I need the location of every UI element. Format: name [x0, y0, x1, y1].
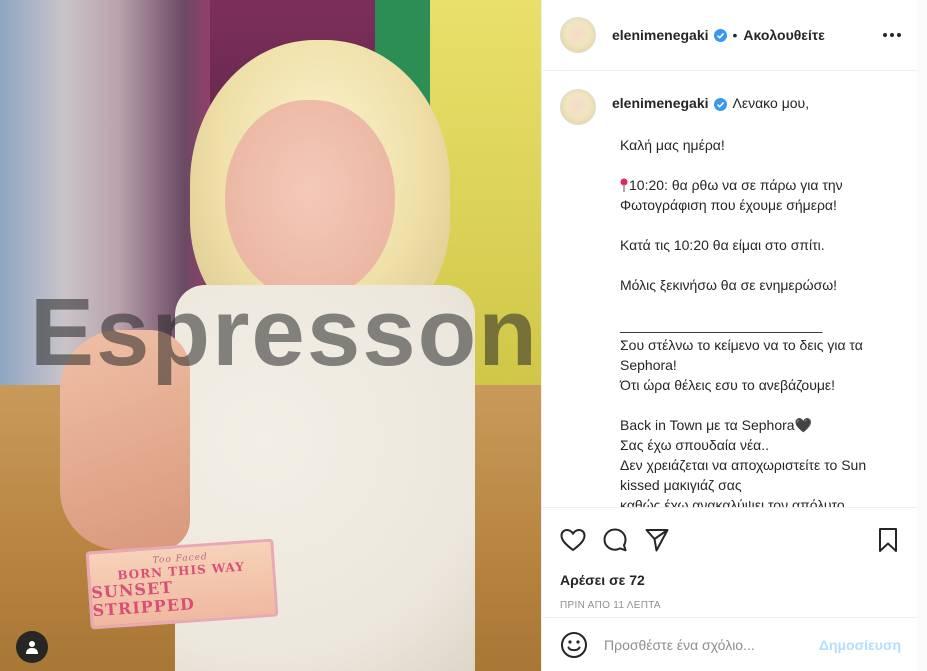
comments-area[interactable]: elenimenegaki Λενακο μου, Καλή μας ημέρα…	[542, 71, 917, 507]
comment-bubble-icon	[603, 528, 627, 552]
person-face	[225, 100, 395, 300]
avatar[interactable]	[560, 17, 596, 53]
comment-input[interactable]	[604, 636, 819, 653]
caption-paragraph: Ότι ώρα θέλεις εσυ το ανεβάζουμε!	[620, 377, 836, 393]
caption-paragraph: Back in Town με τα Sephora🖤	[620, 417, 812, 433]
separator-dot: •	[732, 27, 738, 43]
avatar[interactable]	[560, 89, 596, 125]
caption-paragraph: Σας έχω σπουδαία νέα..	[620, 437, 770, 453]
more-options-icon[interactable]	[883, 33, 901, 37]
likes-count[interactable]: Αρέσει σε 72	[560, 572, 901, 588]
post-header: elenimenegaki • Ακολουθείτε	[542, 0, 917, 71]
post-comment-button[interactable]: Δημοσίευση	[819, 637, 901, 653]
post-photo[interactable]: Too Faced BORN THIS WAY SUNSET STRIPPED …	[0, 0, 541, 671]
post-side-panel: elenimenegaki • Ακολουθείτε elenimenegak…	[541, 0, 917, 671]
pin-icon	[620, 178, 628, 192]
heart-icon	[560, 528, 586, 552]
send-icon	[645, 529, 669, 552]
tagged-users-button[interactable]	[16, 631, 48, 663]
caption-paragraph: Καλή μας ημέρα!	[620, 137, 725, 153]
post-actions: Αρέσει σε 72 ΠΡΙΝ ΑΠΟ 11 ΛΕΠΤΑ	[542, 507, 917, 611]
caption-paragraph: Κατά τις 10:20 θα είμαι στο σπίτι.	[620, 237, 825, 253]
caption-text: Καλή μας ημέρα! 10:20: θα ρθω να σε πάρω…	[620, 135, 901, 507]
caption-paragraph: Μόλις ξεκινήσω θα σε ενημερώσω!	[620, 277, 838, 293]
caption-paragraph: Δεν χρειάζεται να αποχωριστείτε το Sun k…	[620, 457, 867, 493]
caption-first-line: Λενακο μου,	[732, 95, 810, 111]
caption-username[interactable]: elenimenegaki	[612, 95, 709, 111]
page-margin	[917, 0, 927, 671]
verified-badge-icon	[713, 98, 727, 111]
like-button[interactable]	[560, 527, 586, 553]
action-icons	[560, 520, 901, 560]
following-button[interactable]: Ακολουθείτε	[743, 27, 824, 43]
makeup-palette: Too Faced BORN THIS WAY SUNSET STRIPPED	[85, 538, 279, 630]
verified-badge-icon	[713, 28, 727, 42]
save-button[interactable]	[875, 527, 901, 553]
caption-paragraph: καθώς έχω ανακαλύψει τον απόλυτο	[620, 497, 845, 507]
share-button[interactable]	[644, 527, 670, 553]
caption-paragraph: Σου στέλνω το κείμενο να το δεις για τα …	[620, 337, 863, 373]
caption-paragraph-text: 10:20: θα ρθω να σε πάρω για την Φωτογρά…	[620, 177, 843, 213]
caption-divider: __________________________	[620, 317, 823, 333]
post-timestamp[interactable]: ΠΡΙΝ ΑΠΟ 11 ΛΕΠΤΑ	[560, 600, 901, 611]
user-icon	[26, 641, 38, 654]
emoji-icon[interactable]	[560, 631, 588, 659]
bookmark-icon	[879, 528, 897, 552]
caption-paragraph: 10:20: θα ρθω να σε πάρω για την Φωτογρά…	[620, 175, 901, 215]
watermark: Espressonews.gr	[30, 279, 541, 386]
add-comment-bar: Δημοσίευση	[542, 617, 917, 671]
header-username[interactable]: elenimenegaki	[612, 27, 709, 43]
caption-header: elenimenegaki Λενακο μου,	[560, 89, 901, 125]
comment-button[interactable]	[602, 527, 628, 553]
